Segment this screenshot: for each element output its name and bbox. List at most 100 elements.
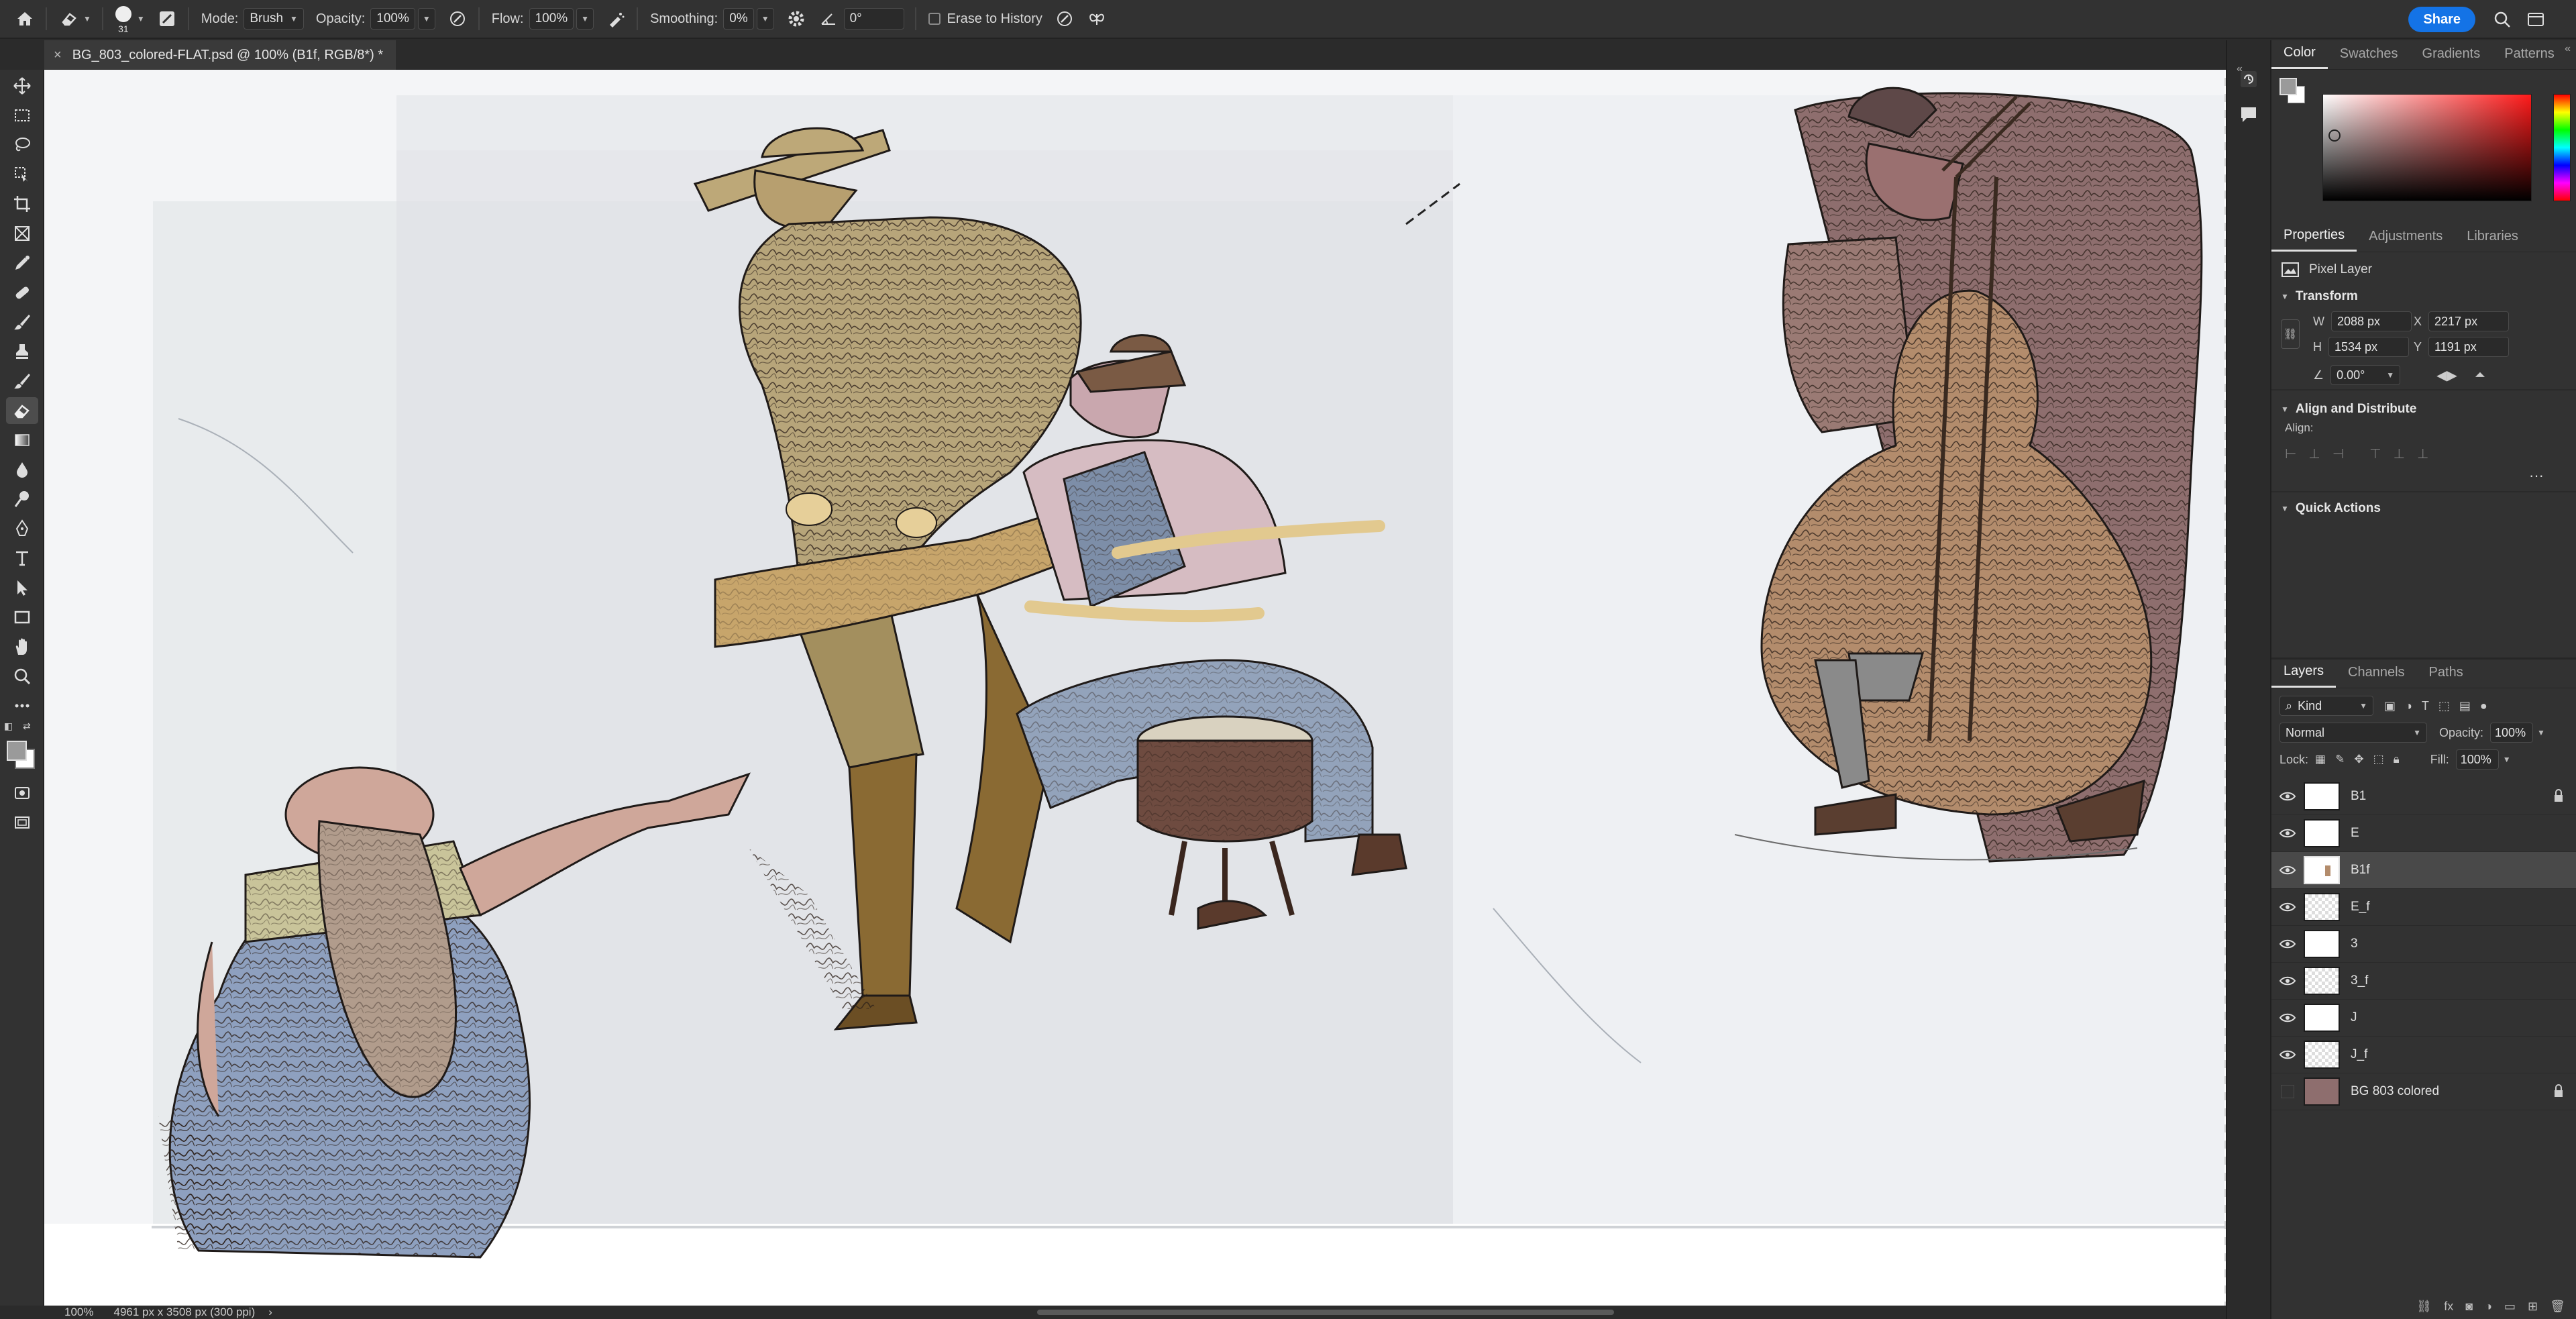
tab-channels[interactable]: Channels (2336, 657, 2417, 688)
tab-gradients[interactable]: Gradients (2410, 38, 2493, 69)
chevron-down-icon[interactable]: ▼ (137, 14, 145, 23)
flow-slider-toggle[interactable]: ▼ (576, 8, 594, 30)
flip-vertical-icon[interactable]: ⏶ (2475, 368, 2485, 383)
symmetry-button[interactable] (1087, 0, 1107, 38)
layer-row-e-f[interactable]: E_f (2271, 889, 2576, 926)
airbrush-button[interactable] (606, 0, 626, 38)
home-button[interactable] (15, 0, 35, 38)
swap-colors-icon[interactable]: ⇄ (23, 721, 31, 732)
quick-mask-button[interactable] (6, 780, 38, 806)
x-field[interactable]: 2217 px (2428, 311, 2510, 331)
chevron-right-icon[interactable]: › (268, 1306, 272, 1319)
tab-properties[interactable]: Properties (2271, 221, 2357, 252)
share-button[interactable]: Share (2408, 7, 2475, 32)
lock-artboard-icon[interactable]: ⬚ (2373, 753, 2384, 766)
visibility-eye-icon[interactable] (2271, 902, 2304, 912)
default-colors-icon[interactable]: ◧ (4, 721, 13, 732)
trash-icon[interactable]: 🗑︎ (2550, 1300, 2565, 1314)
spot-healing-tool[interactable] (6, 279, 38, 306)
height-field[interactable]: 1534 px (2328, 337, 2409, 357)
layer-row-j-f[interactable]: J_f (2271, 1037, 2576, 1073)
chevron-down-icon[interactable]: ▼ (2537, 728, 2545, 737)
layer-row-j[interactable]: J (2271, 1000, 2576, 1037)
move-tool[interactable] (6, 72, 38, 99)
layer-row-3[interactable]: 3 (2271, 926, 2576, 963)
search-button[interactable] (2489, 6, 2516, 33)
tab-swatches[interactable]: Swatches (2328, 38, 2410, 69)
eraser-tool[interactable] (6, 397, 38, 424)
filter-kind-select[interactable]: ⌕ Kind ▼ (2279, 696, 2373, 716)
pen-tool[interactable] (6, 515, 38, 542)
visibility-eye-icon[interactable] (2271, 828, 2304, 839)
erase-to-history-option[interactable]: Erase to History (928, 0, 1042, 38)
layer-row-3-f[interactable]: 3_f (2271, 963, 2576, 1000)
flip-horizontal-icon[interactable]: ◀▶ (2436, 367, 2457, 384)
tool-preset-picker[interactable]: ▼ (59, 0, 91, 38)
foreground-color-swatch[interactable] (7, 741, 27, 761)
visibility-eye-icon[interactable] (2271, 939, 2304, 949)
clone-stamp-tool[interactable] (6, 338, 38, 365)
filter-type-icon[interactable]: T (2422, 699, 2429, 713)
horizontal-scrollbar[interactable] (1037, 1310, 1614, 1315)
brush-tool[interactable] (6, 309, 38, 335)
tab-adjustments[interactable]: Adjustments (2357, 221, 2455, 252)
filter-adjustment-icon[interactable]: ◑ (2405, 699, 2412, 713)
layer-row-b1f[interactable]: B1f (2271, 852, 2576, 889)
lock-transparency-icon[interactable]: ▦ (2315, 753, 2326, 766)
zoom-tool[interactable] (6, 663, 38, 690)
layer-opacity-field[interactable]: 100% (2490, 723, 2534, 743)
visibility-eye-icon[interactable] (2271, 1012, 2304, 1023)
align-center-icon[interactable]: ⊥ (2308, 445, 2320, 462)
angle-input[interactable]: 0° (843, 8, 904, 30)
align-bottom-icon[interactable]: ⊥ (2417, 445, 2428, 462)
document-tab[interactable]: × BG_803_colored-FLAT.psd @ 100% (B1f, R… (44, 40, 398, 70)
comments-panel-button[interactable] (2237, 102, 2261, 130)
visibility-eye-icon[interactable] (2271, 791, 2304, 802)
chevron-down-icon[interactable]: ▼ (2503, 755, 2511, 764)
blend-mode-select[interactable]: Normal ▼ (2279, 723, 2427, 743)
rotation-field[interactable]: 0.00° ▼ (2330, 365, 2401, 385)
fx-icon[interactable]: fx (2444, 1300, 2453, 1314)
lock-image-icon[interactable]: ✎ (2335, 753, 2345, 766)
opacity-slider-toggle[interactable]: ▼ (417, 8, 435, 30)
layer-row-e[interactable]: E (2271, 815, 2576, 852)
fill-field[interactable]: 100% (2455, 749, 2499, 770)
filter-pixel-icon[interactable]: ▣ (2384, 699, 2396, 713)
pressure-size-button[interactable] (1055, 0, 1075, 38)
foreground-color-swatch[interactable] (2279, 78, 2297, 95)
visibility-toggle-empty[interactable] (2271, 1085, 2304, 1098)
filter-shape-icon[interactable]: ⬚ (2438, 699, 2450, 713)
align-top-icon[interactable]: ⊤ (2369, 445, 2381, 462)
document-canvas[interactable] (44, 70, 2238, 1306)
mode-select[interactable]: Brush ▼ (244, 8, 304, 30)
new-group-icon[interactable]: ▭ (2504, 1300, 2516, 1314)
align-middle-icon[interactable]: ⊥ (2394, 445, 2405, 462)
tab-layers[interactable]: Layers (2271, 657, 2337, 688)
rectangle-tool[interactable] (6, 604, 38, 631)
filter-toggle-icon[interactable]: ● (2480, 699, 2487, 713)
history-brush-tool[interactable] (6, 368, 38, 394)
tab-patterns[interactable]: Patterns (2492, 38, 2566, 69)
brush-settings-toggle[interactable] (157, 0, 177, 38)
width-field[interactable]: 2088 px (2331, 311, 2412, 331)
brush-size-picker[interactable]: 31 (115, 0, 131, 38)
frame-tool[interactable] (6, 220, 38, 247)
lock-all-icon[interactable]: 🔒︎ (2394, 753, 2400, 766)
y-field[interactable]: 1191 px (2428, 337, 2510, 357)
visibility-eye-icon[interactable] (2271, 975, 2304, 986)
lasso-tool[interactable] (6, 131, 38, 158)
adjustment-layer-icon[interactable]: ◑ (2485, 1300, 2492, 1314)
flow-input[interactable]: 100% (529, 8, 574, 30)
erase-to-history-checkbox[interactable] (928, 13, 941, 25)
smoothing-options-button[interactable] (786, 0, 806, 38)
object-selection-tool[interactable] (6, 161, 38, 188)
history-panel-button[interactable] (2237, 67, 2261, 95)
color-picker-handle[interactable] (2328, 129, 2341, 142)
smoothing-slider-toggle[interactable]: ▼ (756, 8, 774, 30)
tab-color[interactable]: Color (2271, 38, 2328, 69)
tab-paths[interactable]: Paths (2417, 657, 2475, 688)
link-layers-icon[interactable]: ⛓ (2416, 1300, 2432, 1314)
close-icon[interactable]: × (54, 48, 62, 63)
quick-actions-section-header[interactable]: ▼ Quick Actions (2271, 496, 2576, 521)
blur-tool[interactable] (6, 456, 38, 483)
